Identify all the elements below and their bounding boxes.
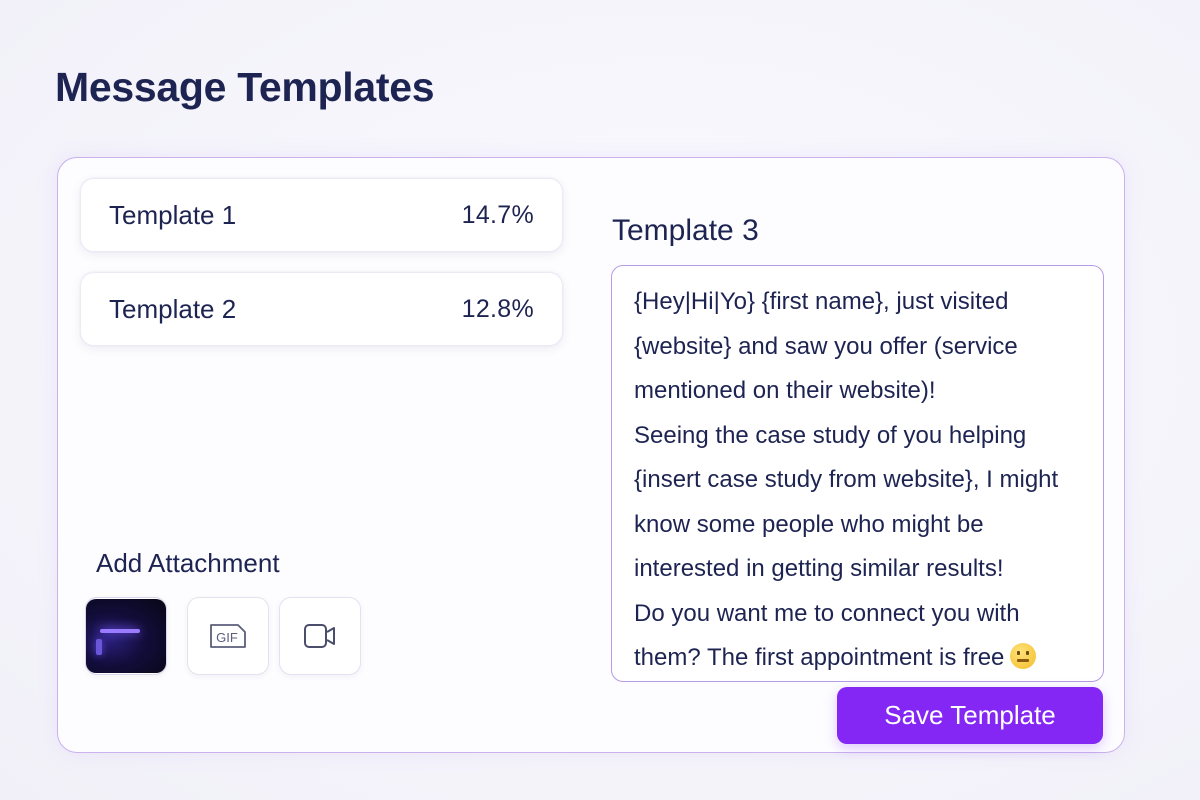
template-name: Template 1 bbox=[109, 199, 237, 230]
svg-text:GIF: GIF bbox=[216, 630, 238, 645]
editor-title: Template 3 bbox=[612, 214, 759, 247]
templates-panel: Template 1 14.7% Template 2 12.8% Add At… bbox=[57, 157, 1125, 753]
editor-line: interested in getting similar results! bbox=[634, 555, 1004, 582]
grimacing-face-emoji-icon bbox=[1010, 643, 1037, 669]
editor-line: Do you want me to connect you with bbox=[634, 599, 1020, 627]
page-title: Message Templates bbox=[55, 64, 435, 110]
editor-line: mentioned on their website)! bbox=[634, 377, 936, 404]
template-item-1[interactable]: Template 1 14.7% bbox=[80, 178, 563, 252]
editor-line: {insert case study from website}, I migh… bbox=[634, 466, 1059, 493]
gif-attachment-button[interactable]: GIF bbox=[187, 597, 269, 675]
template-item-2[interactable]: Template 2 12.8% bbox=[80, 272, 563, 346]
template-message-editor[interactable]: {Hey|Hi|Yo} {first name}, just visited {… bbox=[611, 265, 1104, 682]
editor-line-text: them? The first appointment is free bbox=[634, 644, 1005, 671]
video-camera-icon bbox=[304, 624, 335, 648]
template-rate: 12.8% bbox=[461, 294, 534, 323]
save-template-button[interactable]: Save Template bbox=[837, 687, 1103, 744]
image-thumbnail bbox=[86, 599, 166, 673]
image-attachment-button[interactable] bbox=[85, 597, 167, 675]
template-rate: 14.7% bbox=[461, 200, 534, 229]
editor-line: {Hey|Hi|Yo} {first name}, just visited bbox=[634, 288, 1009, 315]
video-attachment-button[interactable] bbox=[279, 597, 361, 675]
gif-icon: GIF bbox=[210, 624, 246, 648]
editor-line: {website} and saw you offer (service bbox=[634, 332, 1018, 360]
add-attachment-label: Add Attachment bbox=[96, 548, 280, 578]
editor-line-last: them? The first appointment is free bbox=[634, 636, 1089, 681]
template-name: Template 2 bbox=[109, 293, 237, 324]
editor-line: know some people who might be bbox=[634, 510, 984, 538]
editor-line: Seeing the case study of you helping bbox=[634, 421, 1027, 449]
